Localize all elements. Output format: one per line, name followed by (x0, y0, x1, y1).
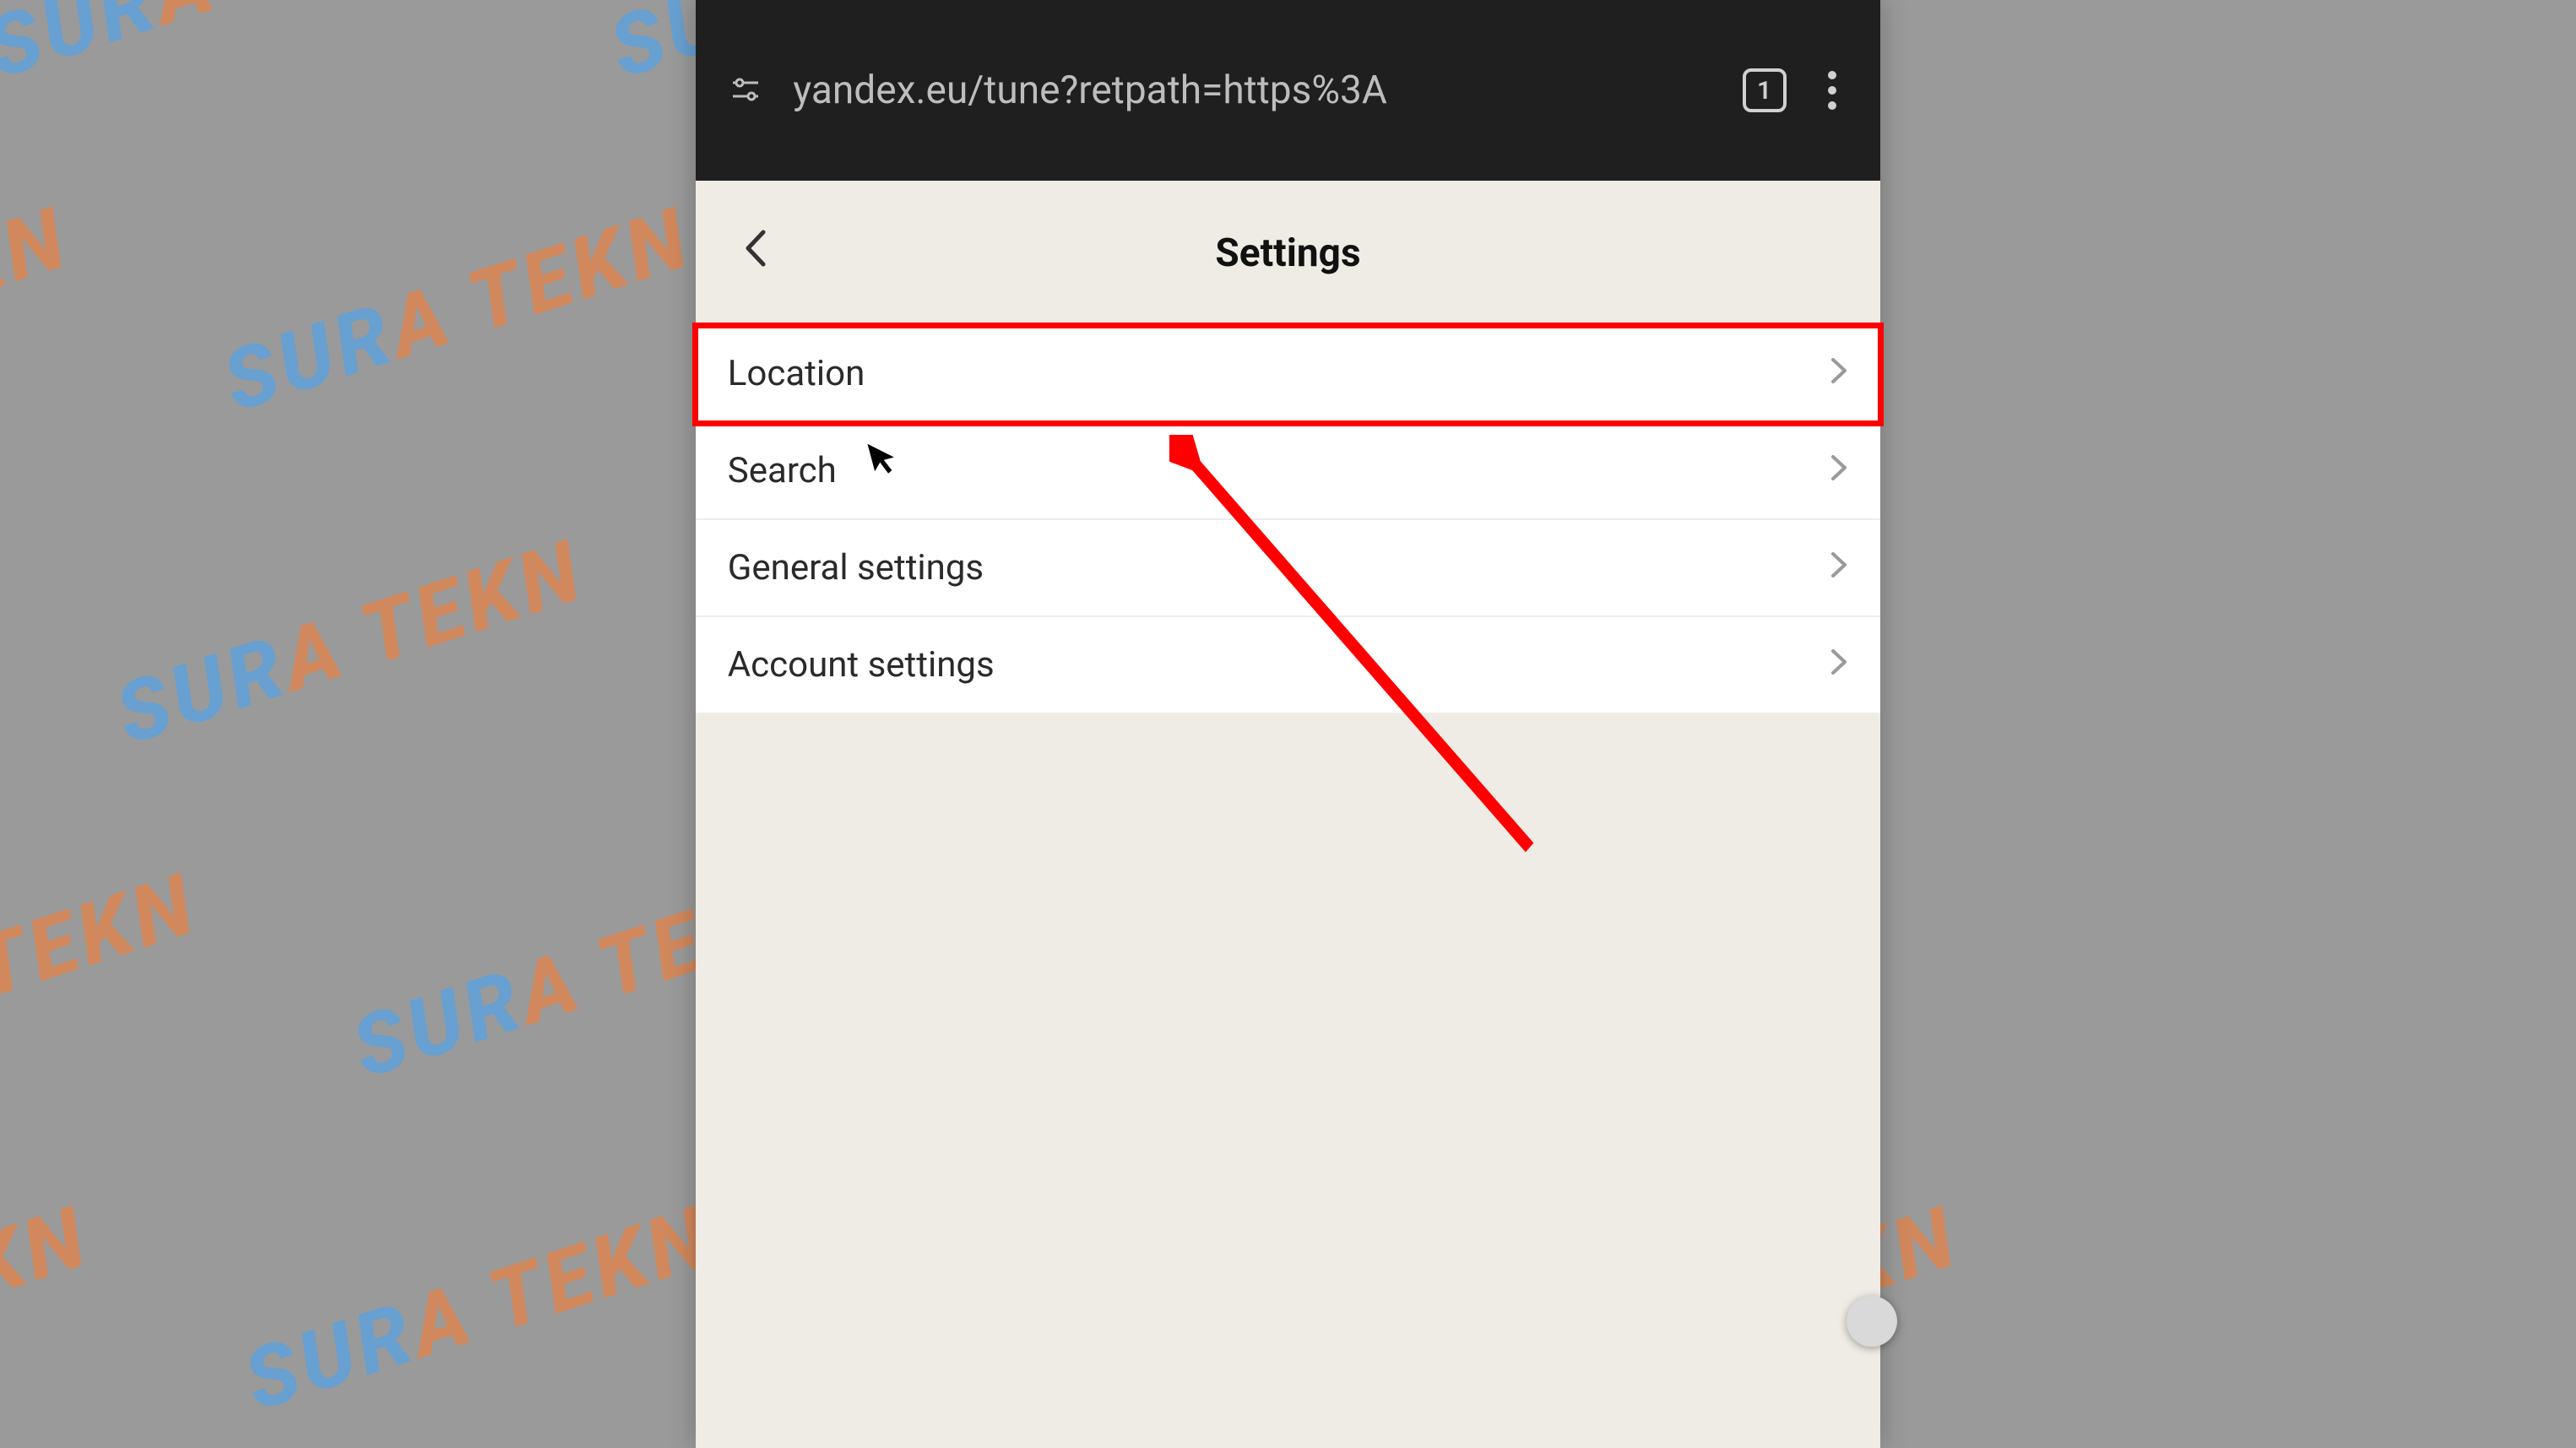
chevron-right-icon (1830, 354, 1848, 393)
row-label: Account settings (728, 644, 995, 686)
address-bar[interactable]: yandex.eu/tune?retpath=https%3A (793, 68, 1709, 113)
row-label: Location (728, 353, 865, 394)
assistive-bubble[interactable] (1847, 1296, 1897, 1347)
tabs-button[interactable]: 1 (1743, 68, 1787, 112)
settings-row-general[interactable]: General settings (696, 520, 1880, 617)
row-label: General settings (728, 547, 984, 588)
settings-row-account[interactable]: Account settings (696, 617, 1880, 713)
settings-list: Location Search General settings Account… (696, 326, 1880, 713)
chevron-right-icon (1830, 451, 1848, 491)
chevron-right-icon (1830, 645, 1848, 685)
page-title: Settings (1215, 230, 1360, 276)
back-icon[interactable] (743, 229, 768, 279)
chevron-right-icon (1830, 548, 1848, 588)
row-label: Search (728, 450, 837, 491)
site-info-icon[interactable] (731, 78, 760, 103)
phone-frame: yandex.eu/tune?retpath=https%3A 1 Settin… (696, 0, 1880, 1448)
settings-row-location[interactable]: Location (696, 326, 1880, 423)
page-header: Settings (696, 181, 1880, 326)
menu-icon[interactable] (1819, 62, 1845, 118)
browser-bar: yandex.eu/tune?retpath=https%3A 1 (696, 0, 1880, 181)
